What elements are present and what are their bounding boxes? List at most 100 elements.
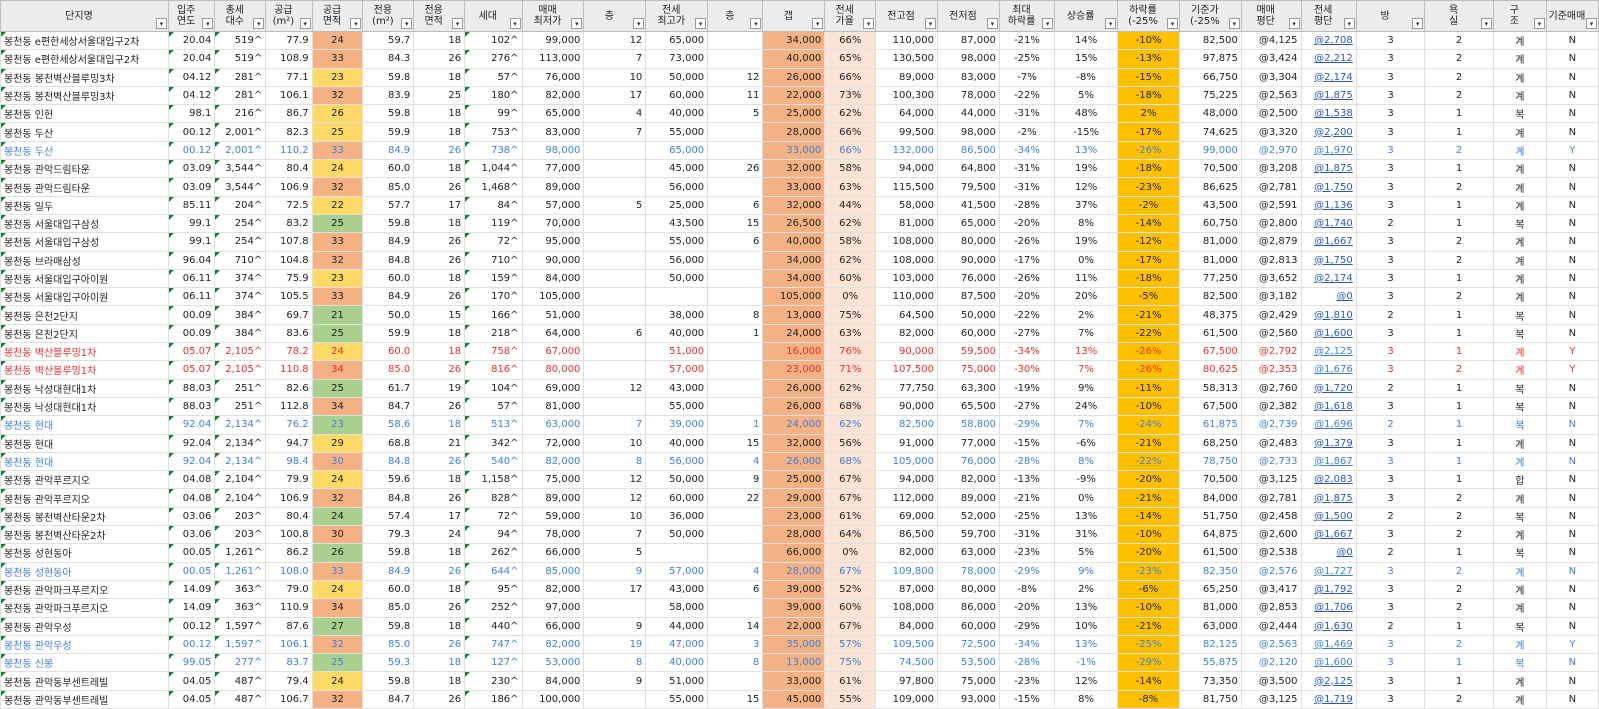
table-cell[interactable]: -11% xyxy=(1117,378,1180,398)
table-cell[interactable]: @2,970 xyxy=(1240,140,1302,161)
table-cell[interactable]: 80,000 xyxy=(937,232,1000,252)
table-cell[interactable]: @3,417 xyxy=(1240,579,1302,600)
table-cell[interactable]: 216^ xyxy=(214,104,267,124)
table-cell[interactable]: 3 xyxy=(1355,433,1426,453)
table-cell[interactable]: -21% xyxy=(1117,488,1180,508)
table-cell[interactable]: -28% xyxy=(998,451,1056,472)
column-header[interactable]: 상승률 ▾ xyxy=(1054,0,1119,32)
table-cell[interactable]: @2,120 xyxy=(1240,653,1302,673)
table-cell[interactable]: -23% xyxy=(998,543,1056,563)
table-cell[interactable]: 18 xyxy=(413,415,466,435)
table-cell[interactable]: 76,000 xyxy=(521,67,585,87)
table-cell[interactable] xyxy=(583,305,647,325)
table-cell[interactable]: 60% xyxy=(824,268,877,289)
table-cell[interactable]: 2,105^ xyxy=(214,360,267,380)
filter-dropdown-icon[interactable]: ▾ xyxy=(299,18,311,29)
table-cell[interactable]: 32 xyxy=(311,634,364,655)
table-cell[interactable]: 79.4 xyxy=(265,671,313,691)
table-cell[interactable]: 22 xyxy=(707,488,764,508)
table-cell[interactable]: 60.0 xyxy=(362,268,415,289)
table-cell[interactable]: @1,750 xyxy=(1300,177,1357,197)
table-cell[interactable]: -20% xyxy=(1117,543,1180,563)
table-cell[interactable]: -25% xyxy=(998,49,1056,69)
table-cell[interactable]: 84,000 xyxy=(521,671,585,691)
table-cell[interactable]: -22% xyxy=(998,305,1056,325)
table-row[interactable]: 봉천동 관악우성 00.12 1,597^ 106.1 32 85.0 26 747^ 82,0… xyxy=(0,634,1599,655)
table-cell[interactable]: 97,875 xyxy=(1178,49,1242,69)
table-cell[interactable]: 23 xyxy=(311,415,364,435)
table-cell[interactable]: 계 xyxy=(1492,598,1547,618)
table-cell[interactable]: 8 xyxy=(583,653,647,673)
table-cell[interactable]: 3 xyxy=(1355,470,1426,490)
table-cell[interactable]: 34 xyxy=(311,598,364,618)
filter-dropdown-icon[interactable]: ▾ xyxy=(350,18,362,29)
table-cell[interactable]: 32 xyxy=(311,85,364,106)
table-row[interactable]: 봉천동 관악푸르지오 04.08 2,104^ 106.9 32 84.8 26 828^ 89… xyxy=(0,488,1599,508)
table-cell[interactable]: 7% xyxy=(1054,360,1119,380)
table-cell[interactable]: 384^ xyxy=(214,323,267,344)
table-cell[interactable]: @2,353 xyxy=(1240,360,1302,380)
table-cell[interactable]: N xyxy=(1545,122,1599,142)
table-cell[interactable]: 29,000 xyxy=(762,488,826,508)
table-cell[interactable]: 봉천동 서울대입구삼성 xyxy=(0,232,169,252)
table-cell[interactable]: 봉천동 서울대입구삼성 xyxy=(0,213,169,234)
table-cell[interactable]: 복 xyxy=(1492,653,1547,673)
table-cell[interactable]: 61,500 xyxy=(1178,543,1242,563)
table-cell[interactable]: 94^ xyxy=(464,525,523,545)
column-header[interactable]: 층 ▾ xyxy=(707,0,764,32)
table-cell[interactable]: 98,000 xyxy=(937,122,1000,142)
table-cell[interactable]: 75,000 xyxy=(937,671,1000,691)
table-cell[interactable]: 72,500 xyxy=(937,634,1000,655)
table-cell[interactable]: 13% xyxy=(1054,342,1119,362)
table-cell[interactable]: 3 xyxy=(1355,396,1426,417)
table-cell[interactable]: 1 xyxy=(1424,159,1494,179)
table-cell[interactable]: @3,500 xyxy=(1240,671,1302,691)
table-cell[interactable]: 64,875 xyxy=(1178,525,1242,545)
table-cell[interactable]: 87,500 xyxy=(937,287,1000,307)
table-cell[interactable]: N xyxy=(1545,525,1599,545)
table-cell[interactable]: 63% xyxy=(824,323,877,344)
table-cell[interactable]: 3 xyxy=(1355,177,1426,197)
table-cell[interactable]: 81,000 xyxy=(1178,598,1242,618)
table-cell[interactable]: 계 xyxy=(1492,268,1547,289)
table-cell[interactable]: 1 xyxy=(707,323,764,344)
table-cell[interactable]: 봉천동 봉천벽산타운2차 xyxy=(0,525,169,545)
table-cell[interactable]: 2,001^ xyxy=(214,122,267,142)
table-row[interactable]: 봉천동 서울대입구아이원 06.11 374^ 105.5 33 84.9 26 170^ 10… xyxy=(0,287,1599,307)
table-cell[interactable]: @2,563 xyxy=(1240,634,1302,655)
table-cell[interactable]: 26 xyxy=(413,360,466,380)
table-cell[interactable]: 57.4 xyxy=(362,506,415,527)
table-cell[interactable]: -10% xyxy=(1117,525,1180,545)
table-cell[interactable]: @1,792 xyxy=(1300,579,1357,600)
table-cell[interactable]: 107.8 xyxy=(265,232,313,252)
table-cell[interactable]: 218^ xyxy=(464,323,523,344)
table-cell[interactable]: 봉천동 현대 xyxy=(0,415,169,435)
table-cell[interactable]: -21% xyxy=(998,30,1056,51)
table-cell[interactable]: -20% xyxy=(1117,470,1180,490)
table-cell[interactable]: 84.3 xyxy=(362,49,415,69)
table-cell[interactable]: 19 xyxy=(583,634,647,655)
table-cell[interactable]: N xyxy=(1545,671,1599,691)
table-cell[interactable]: 82,000 xyxy=(521,634,585,655)
column-header[interactable]: 세대 ▾ xyxy=(464,0,523,32)
table-cell[interactable]: 25 xyxy=(311,378,364,398)
table-cell[interactable]: -19% xyxy=(998,378,1056,398)
table-cell[interactable]: 복 xyxy=(1492,323,1547,344)
table-cell[interactable]: 84.8 xyxy=(362,488,415,508)
table-cell[interactable]: 43,000 xyxy=(645,378,709,398)
table-cell[interactable]: 2 xyxy=(1424,30,1494,51)
table-cell[interactable]: 87,000 xyxy=(937,30,1000,51)
table-cell[interactable]: 0% xyxy=(824,287,877,307)
table-cell[interactable]: -29% xyxy=(998,616,1056,636)
table-cell[interactable]: 봉천동 성현동아 xyxy=(0,561,169,581)
table-cell[interactable]: -27% xyxy=(998,323,1056,344)
table-cell[interactable]: -31% xyxy=(998,525,1056,545)
table-cell[interactable]: 540^ xyxy=(464,451,523,472)
table-cell[interactable]: 72^ xyxy=(464,232,523,252)
table-cell[interactable]: 2 xyxy=(1424,634,1494,655)
table-cell[interactable]: 13% xyxy=(1054,140,1119,161)
table-cell[interactable]: 7% xyxy=(1054,415,1119,435)
table-row[interactable]: 봉천동 서울대입구삼성 99.1 254^ 107.8 33 84.9 26 72^ 95,00… xyxy=(0,232,1599,252)
table-cell[interactable]: 89,000 xyxy=(937,488,1000,508)
table-cell[interactable]: -29% xyxy=(1117,653,1180,673)
